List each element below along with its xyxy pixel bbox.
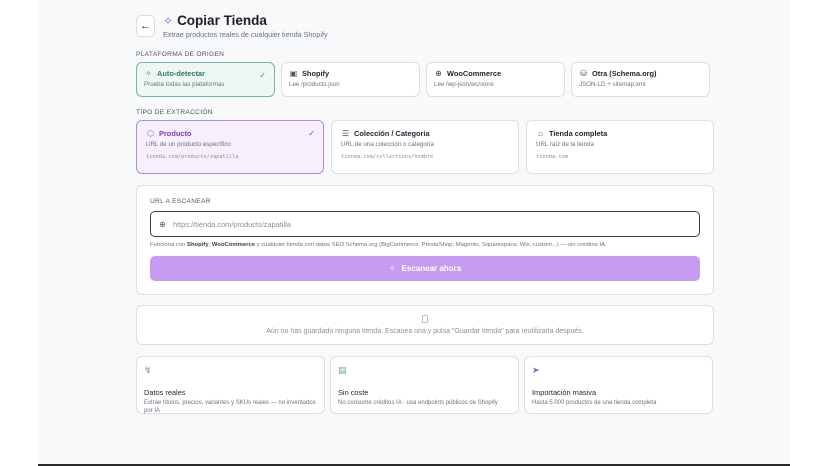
feature-card-real-data: ↯ Datos reales Extrae títulos, precios, … [136,356,325,414]
extraction-option-example: tienda.com [536,154,568,160]
platform-option-woocommerce[interactable]: ⊕ WooCommerce Lee /wp-json/wc/store [426,62,565,97]
url-section-label: URL A ESCANEAR [150,198,211,205]
platform-option-desc: Prueba todas las plataformas [144,81,225,88]
sparkles-icon: ✧ [145,69,152,78]
database-icon: ⛁ [580,69,587,78]
platform-section-label: PLATAFORMA DE ORIGEN [136,51,225,58]
note-woocommerce: WooCommerce [211,242,256,248]
sparkles-icon: ✧ [163,13,174,28]
scan-button[interactable]: ✧ Escanear ahora [150,256,700,281]
note-suffix: y cualquier tienda con datos SEO Schema.… [255,242,607,248]
platform-option-auto[interactable]: ✧ Auto-detectar Prueba todas las platafor… [136,62,275,97]
layers-icon: ☰ [341,129,350,138]
globe-icon: ⊕ [435,69,442,78]
extraction-option-product[interactable]: ⬡ Producto URL de un producto específico … [136,120,324,174]
check-icon: ✓ [259,71,266,80]
saved-stores-panel: Aún no has guardado ninguna tienda. Esca… [136,305,714,345]
feature-desc: No consume créditos IA · usa endpoints p… [338,400,498,406]
bolt-icon: ↯ [144,365,152,375]
feature-cards: ↯ Datos reales Extrae títulos, precios, … [136,356,714,414]
feature-title: Importación masiva [532,388,597,397]
platform-option-title: Auto-detectar [157,69,206,78]
check-icon: ✓ [308,129,315,138]
platform-option-shopify[interactable]: ▣ Shopify Lee /products.json [281,62,420,97]
feature-card-no-cost: ▤ Sin coste No consume créditos IA · usa… [330,356,519,414]
coin-icon: ▤ [338,365,347,375]
arrow-left-icon: ← [140,20,151,32]
note-prefix: Funciona con [150,242,188,248]
saved-empty-text: Aún no has guardado ninguna tienda. Esca… [266,328,584,335]
document-icon [422,315,428,323]
extraction-option-example: tienda.com/collections/hombre [341,154,434,160]
feature-desc: Extrae títulos, precios, variantes y SKU… [144,400,316,414]
platform-option-schema[interactable]: ⛁ Otra (Schema.org) JSON-LD + sitemap.xml [571,62,710,97]
page-header: ← ✧ Copiar Tienda Extrae productos reale… [136,12,714,40]
feature-card-bulk-import: ➤ Importación masiva Hasta 5.000 product… [524,356,713,414]
platform-option-desc: JSON-LD + sitemap.xml [579,81,646,88]
page-subtitle: Extrae productos reales de cualquier tie… [163,30,328,39]
url-input[interactable] [173,219,692,229]
extraction-options: ⬡ Producto URL de un producto específico … [136,120,714,174]
extraction-option-collection[interactable]: ☰ Colección / Categoría URL de una colecc… [331,120,519,174]
bag-icon: ▣ [289,69,298,78]
store-icon: ⌂ [538,129,543,138]
extraction-option-desc: URL de un producto específico [146,141,231,148]
scan-button-label: Escanear ahora [401,264,462,273]
back-button[interactable]: ← [136,15,155,37]
sparkles-icon: ✧ [388,264,396,273]
extraction-option-title: Colección / Categoría [354,129,430,138]
note-shopify: Shopify [187,242,209,248]
extraction-option-store[interactable]: ⌂ Tienda completa URL raíz de la tienda t… [526,120,714,174]
platform-option-title: Otra (Schema.org) [592,69,657,78]
platform-option-desc: Lee /products.json [289,81,340,88]
extraction-option-title: Producto [159,129,192,138]
extraction-option-title: Tienda completa [549,129,608,138]
platform-option-title: WooCommerce [447,69,502,78]
extraction-option-example: tienda.com/products/zapatilla [146,154,239,160]
page-title: Copiar Tienda [177,13,267,28]
extraction-option-desc: URL de una colección o categoría [341,141,434,148]
feature-desc: Hasta 5.000 productos de una tienda comp… [532,400,657,406]
feature-title: Datos reales [144,388,186,397]
copy-store-page: ← ✧ Copiar Tienda Extrae productos reale… [136,12,714,414]
url-panel: URL A ESCANEAR ⊕ Funciona con Shopify, W… [136,185,714,295]
box-icon: ⬡ [147,129,154,138]
rocket-icon: ➤ [532,365,540,375]
platform-option-desc: Lee /wp-json/wc/store [434,81,494,88]
title-block: ✧ Copiar Tienda Extrae productos reales … [163,13,328,39]
url-help-note: Funciona con Shopify, WooCommerce y cual… [150,242,700,248]
url-input-wrapper: ⊕ [150,211,700,237]
extraction-option-desc: URL raíz de la tienda [536,141,594,148]
platform-option-title: Shopify [302,69,330,78]
feature-title: Sin coste [338,388,369,397]
extraction-section-label: TIPO DE EXTRACCIÓN [136,109,213,116]
globe-icon: ⊕ [159,219,166,229]
platform-options: ✧ Auto-detectar Prueba todas las platafor… [136,62,714,97]
